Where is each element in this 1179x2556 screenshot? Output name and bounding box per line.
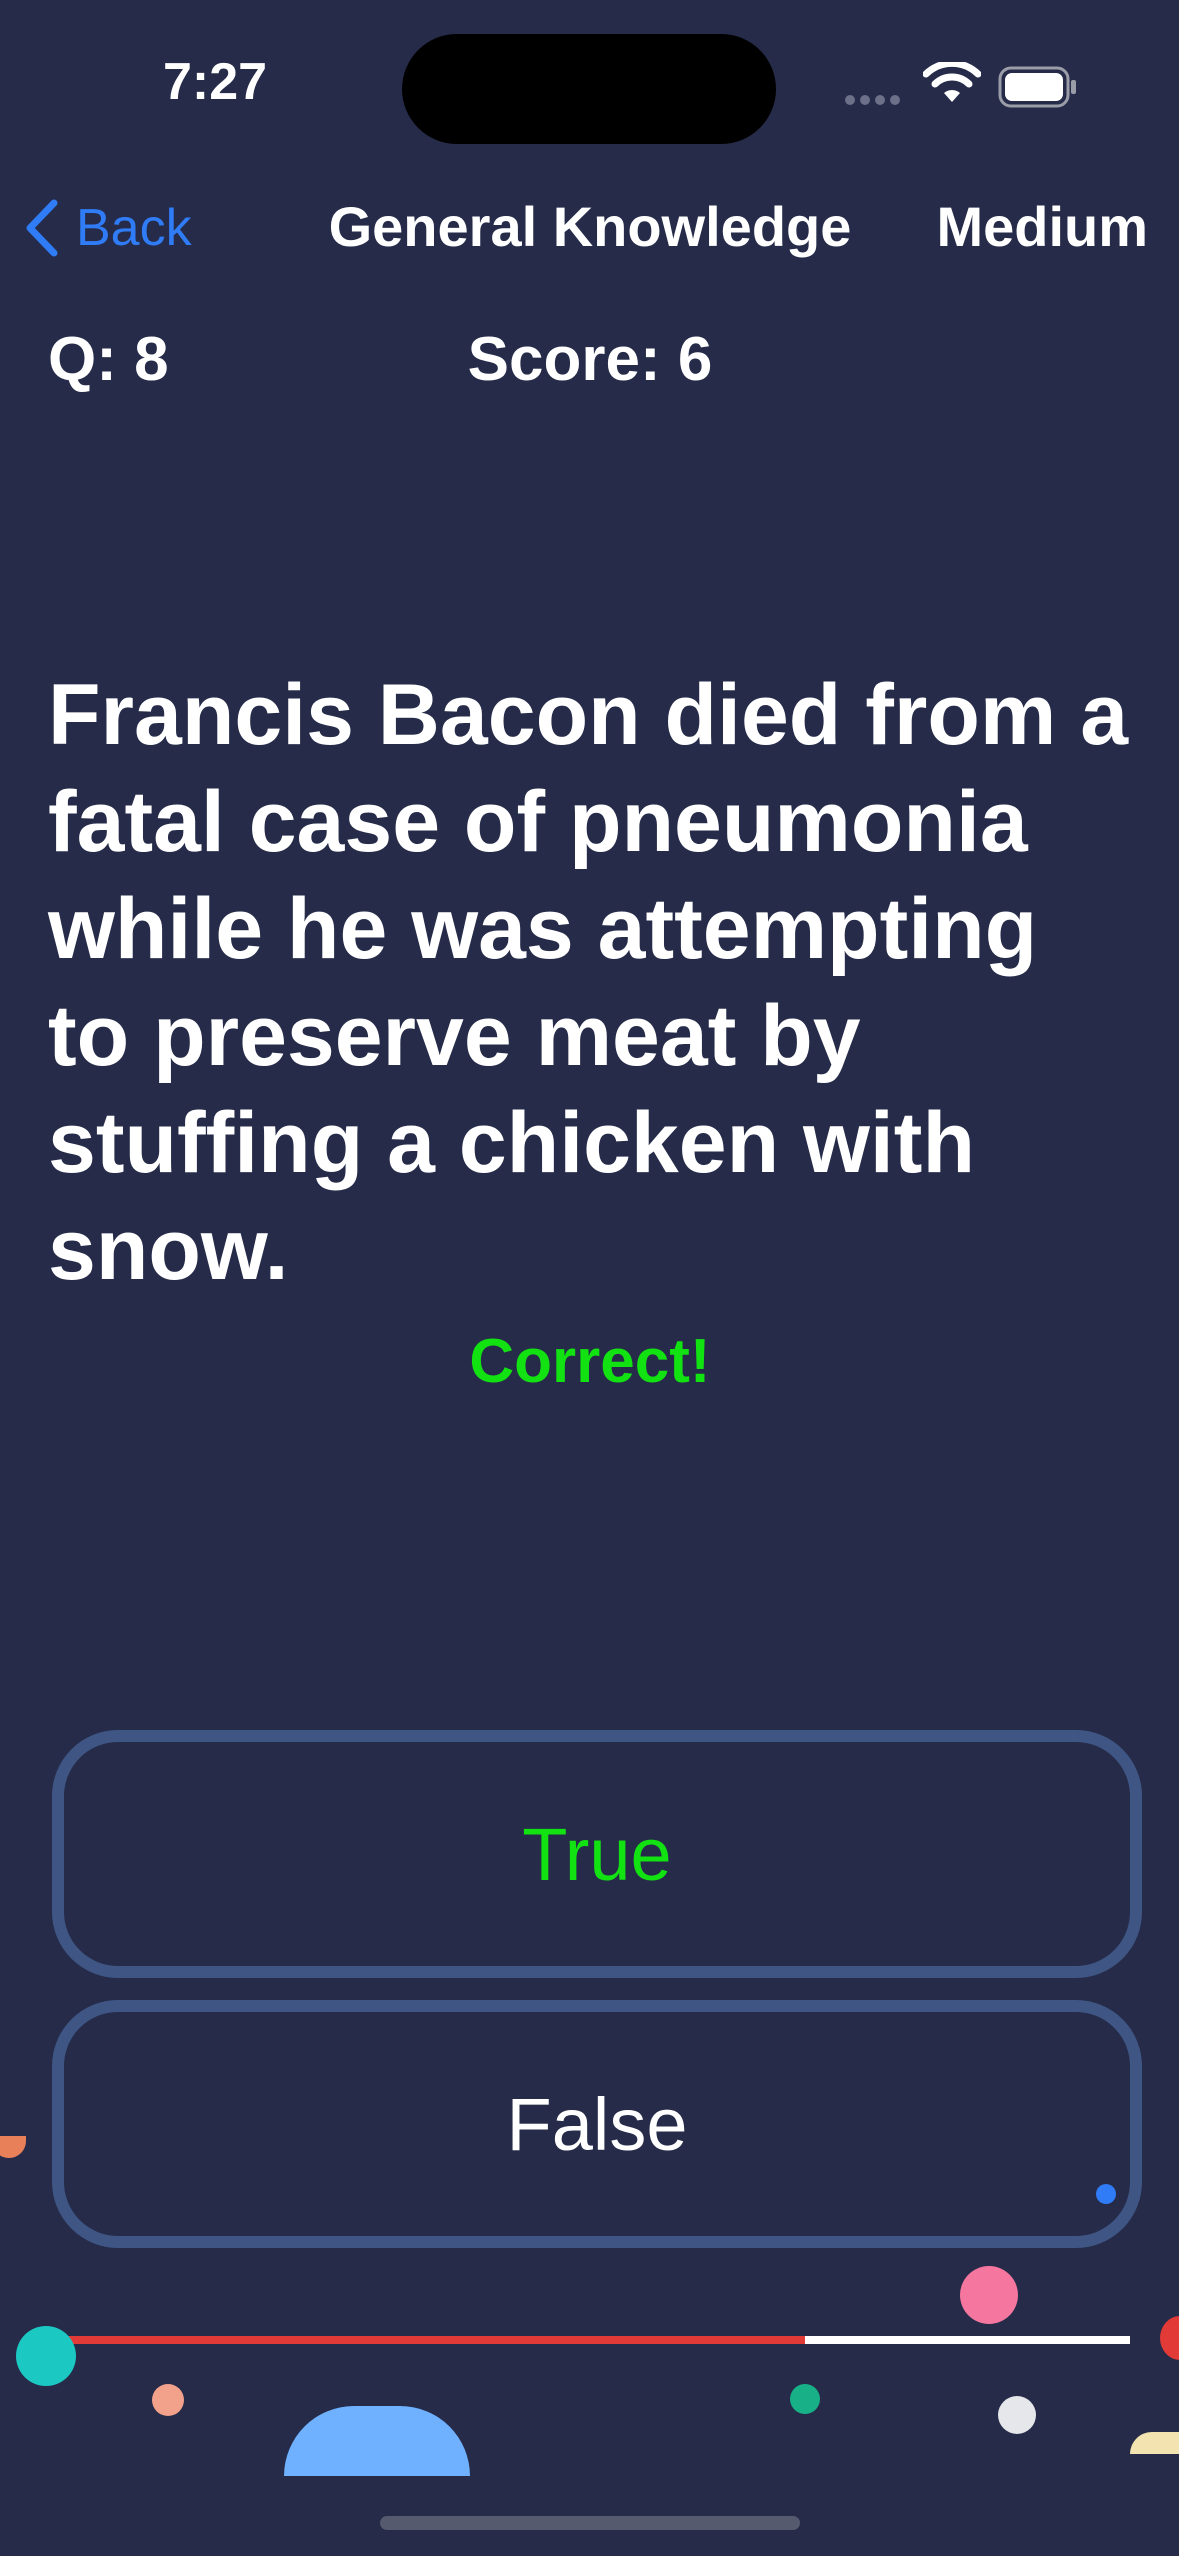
true-button[interactable]: True bbox=[52, 1730, 1142, 1978]
difficulty-label: Medium bbox=[936, 195, 1148, 258]
battery-icon bbox=[998, 66, 1078, 108]
confetti-dot bbox=[960, 2266, 1018, 2324]
false-button[interactable]: False bbox=[52, 2000, 1142, 2248]
confetti-dot bbox=[16, 2326, 76, 2386]
answer-feedback: Correct! bbox=[469, 1327, 711, 1396]
confetti-dot bbox=[790, 2384, 820, 2414]
score-label: Score: 6 bbox=[467, 325, 713, 394]
confetti-dot bbox=[998, 2396, 1036, 2434]
progress-fill bbox=[48, 2336, 806, 2344]
confetti-dot bbox=[152, 2384, 184, 2416]
back-button[interactable]: Back bbox=[24, 190, 192, 266]
wifi-icon bbox=[922, 59, 982, 106]
confetti-dot bbox=[284, 2406, 470, 2476]
false-button-label: False bbox=[506, 2082, 688, 2166]
signal-dots-icon bbox=[845, 92, 905, 110]
confetti-dot bbox=[1160, 2316, 1179, 2360]
question-text: Francis Bacon died from a fatal case of … bbox=[48, 667, 1129, 1298]
home-indicator bbox=[380, 2516, 800, 2530]
back-label: Back bbox=[76, 199, 192, 257]
true-button-label: True bbox=[522, 1812, 672, 1896]
confetti-dot bbox=[1130, 2432, 1179, 2454]
confetti-dot bbox=[1096, 2184, 1116, 2204]
dynamic-island bbox=[402, 34, 776, 144]
progress-bar bbox=[48, 2336, 1130, 2344]
category-title: General Knowledge bbox=[328, 195, 852, 258]
status-time: 7:27 bbox=[162, 53, 268, 111]
question-counter: Q: 8 bbox=[48, 325, 169, 394]
chevron-left-icon bbox=[26, 199, 58, 257]
confetti-dot bbox=[0, 2136, 26, 2158]
